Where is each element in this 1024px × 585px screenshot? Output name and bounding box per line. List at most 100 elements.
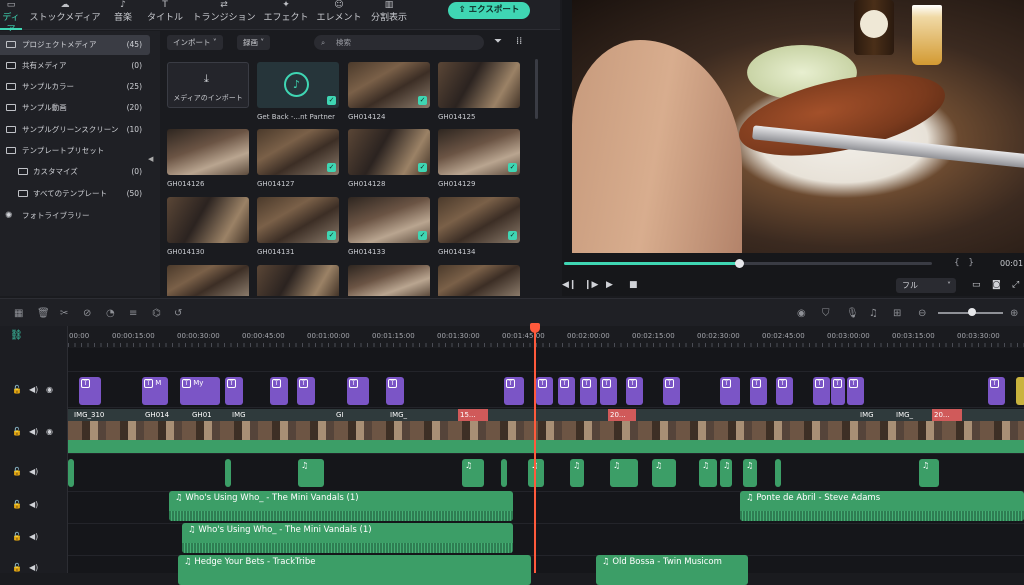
sidebar-item-sample-colors[interactable]: サンプルカラー (25)	[0, 77, 150, 97]
mark-in-out-icon[interactable]: { }	[954, 258, 974, 268]
title-clip[interactable]: T	[386, 377, 404, 405]
title-clip[interactable]: T M	[142, 377, 168, 405]
media-tile[interactable]	[438, 265, 520, 296]
audio-clip[interactable]: ♫	[652, 459, 676, 487]
lock-icon[interactable]: 🔓	[12, 500, 22, 509]
audio-clip[interactable]	[68, 459, 74, 487]
media-tile-audio[interactable]: ♪ ✓	[257, 62, 339, 108]
title-clip[interactable]: T	[297, 377, 315, 405]
tab-effects[interactable]: ✦ エフェクト	[262, 0, 310, 30]
audio-clip[interactable]: ♫ Who's Using Who_ - The Mini Vandals (1…	[182, 523, 513, 553]
lock-icon[interactable]: 🔓	[12, 532, 22, 541]
lock-icon[interactable]: 🔓	[12, 563, 22, 572]
audio-clip[interactable]: ♫	[699, 459, 717, 487]
media-tile[interactable]: ✓	[348, 129, 430, 175]
media-tile[interactable]: ✓	[438, 197, 520, 243]
import-media-tile[interactable]: ⤓ メディアのインポート	[167, 62, 249, 108]
eye-icon[interactable]: ◉	[46, 427, 53, 436]
tab-split-screen[interactable]: ▥ 分割表示	[368, 0, 410, 30]
title-clip[interactable]: T	[600, 377, 617, 405]
search-input[interactable]: ⌕ 検索	[314, 35, 484, 50]
monitor-icon[interactable]: ▭	[972, 280, 981, 290]
grid-view-icon[interactable]: ⁞⁞	[516, 36, 522, 47]
speaker-icon[interactable]: ◀)	[29, 563, 38, 572]
ai-icon[interactable]: ⌬	[152, 308, 161, 319]
speaker-icon[interactable]: ◀)	[29, 532, 38, 541]
lock-icon[interactable]: 🔓	[12, 427, 22, 436]
title-clip[interactable]: T	[813, 377, 830, 405]
title-clip[interactable]: T	[663, 377, 680, 405]
lock-icon[interactable]: 🔓	[12, 385, 22, 394]
scissors-icon[interactable]: ✂	[60, 308, 68, 319]
preview-scrub-handle[interactable]	[735, 259, 744, 268]
title-clip[interactable]: T	[79, 377, 101, 405]
zoom-out-icon[interactable]: ⊖	[918, 308, 926, 319]
playhead[interactable]	[534, 325, 536, 573]
video-clip-label[interactable]: 15...	[458, 409, 488, 421]
title-clip[interactable]: T	[558, 377, 575, 405]
title-clip[interactable]: T	[847, 377, 864, 405]
tab-music[interactable]: ♪ 音楽	[108, 0, 138, 30]
zoom-slider-handle[interactable]	[968, 308, 976, 316]
play-step-icon[interactable]: ❙▶	[584, 280, 598, 290]
title-clip[interactable]: T	[347, 377, 369, 405]
media-tile[interactable]: ✓	[438, 129, 520, 175]
speaker-icon[interactable]: ◀)	[29, 467, 38, 476]
video-clip-label[interactable]: IMG_310	[72, 409, 132, 421]
video-clip-label[interactable]: GI	[334, 409, 362, 421]
sidebar-item-sample-green-screen[interactable]: サンプルグリーンスクリーン (10)	[0, 120, 150, 140]
video-clip-label[interactable]: 20...	[608, 409, 636, 421]
sidebar-item-shared-media[interactable]: 共有メディア (0)	[0, 56, 150, 76]
audio-clip[interactable]: ♫	[720, 459, 732, 487]
fullscreen-icon[interactable]: ⤢	[1012, 280, 1019, 290]
title-clip[interactable]: T	[580, 377, 597, 405]
media-tile[interactable]: ✓	[257, 129, 339, 175]
render-icon[interactable]: ◉	[797, 308, 806, 319]
audio-clip[interactable]: ♫ Hedge Your Bets - TrackTribe	[178, 555, 531, 585]
title-clip[interactable]: T	[626, 377, 643, 405]
media-tile[interactable]: ✓	[348, 62, 430, 108]
sidebar-item-customize[interactable]: カスタマイズ (0)	[0, 162, 150, 182]
title-clip[interactable]: T	[831, 377, 845, 405]
camera-icon[interactable]: ◙	[992, 280, 1001, 290]
video-clip-label[interactable]: GH01	[190, 409, 220, 421]
video-clip-label[interactable]: IMG	[858, 409, 882, 421]
title-clip[interactable]: T	[536, 377, 553, 405]
speaker-icon[interactable]: ◀)	[29, 427, 38, 436]
title-clip[interactable]: T My	[180, 377, 220, 405]
record-dropdown[interactable]: 録画 ˅	[237, 35, 271, 50]
eye-icon[interactable]: ◉	[46, 385, 53, 394]
quality-dropdown[interactable]: フル ˅	[896, 278, 956, 293]
title-clip[interactable]: T	[225, 377, 243, 405]
snapshot-icon[interactable]: ⊞	[893, 308, 901, 319]
tab-transitions[interactable]: ⇄ トランジション	[191, 0, 257, 30]
media-tile[interactable]	[167, 265, 249, 296]
sidebar-item-sample-videos[interactable]: サンプル動画 (20)	[0, 98, 150, 118]
title-clip[interactable]: T	[270, 377, 288, 405]
media-scrollbar[interactable]	[535, 59, 538, 119]
lock-icon[interactable]: 🔓	[12, 467, 22, 476]
reset-icon[interactable]: ↺	[174, 308, 182, 319]
sidebar-item-all-templates[interactable]: すべてのテンプレート (50)	[0, 184, 150, 204]
media-tile[interactable]: ✓	[257, 197, 339, 243]
delete-icon[interactable]: 🗑	[37, 308, 50, 319]
audio-clip[interactable]	[501, 459, 507, 487]
step-back-icon[interactable]: ◀❙	[562, 280, 576, 290]
media-tile[interactable]	[348, 265, 430, 296]
audio-clip[interactable]: ♫	[528, 459, 544, 487]
audio-clip[interactable]: ♫	[610, 459, 638, 487]
audio-clip[interactable]: ♫	[298, 459, 324, 487]
title-clip[interactable]: T	[720, 377, 740, 405]
speaker-icon[interactable]: ◀)	[29, 500, 38, 509]
shield-icon[interactable]: ⛉	[822, 308, 830, 319]
link-icon[interactable]: ⛓	[10, 330, 23, 341]
mic-icon[interactable]: 🎙	[846, 308, 859, 319]
sidebar-item-project-media[interactable]: プロジェクトメディア (45)	[0, 35, 150, 55]
zoom-in-icon[interactable]: ⊕	[1010, 308, 1018, 319]
audio-clip[interactable]: ♫ Old Bossa - Twin Musicom	[596, 555, 748, 585]
speaker-icon[interactable]: ◀)	[29, 385, 38, 394]
video-clip-label[interactable]: IMG	[230, 409, 260, 421]
tab-elements[interactable]: ☺ エレメント	[315, 0, 363, 30]
audio-clip[interactable]: ♫ Who's Using Who_ - The Mini Vandals (1…	[169, 491, 513, 521]
video-clip-label[interactable]: IMG_	[388, 409, 418, 421]
